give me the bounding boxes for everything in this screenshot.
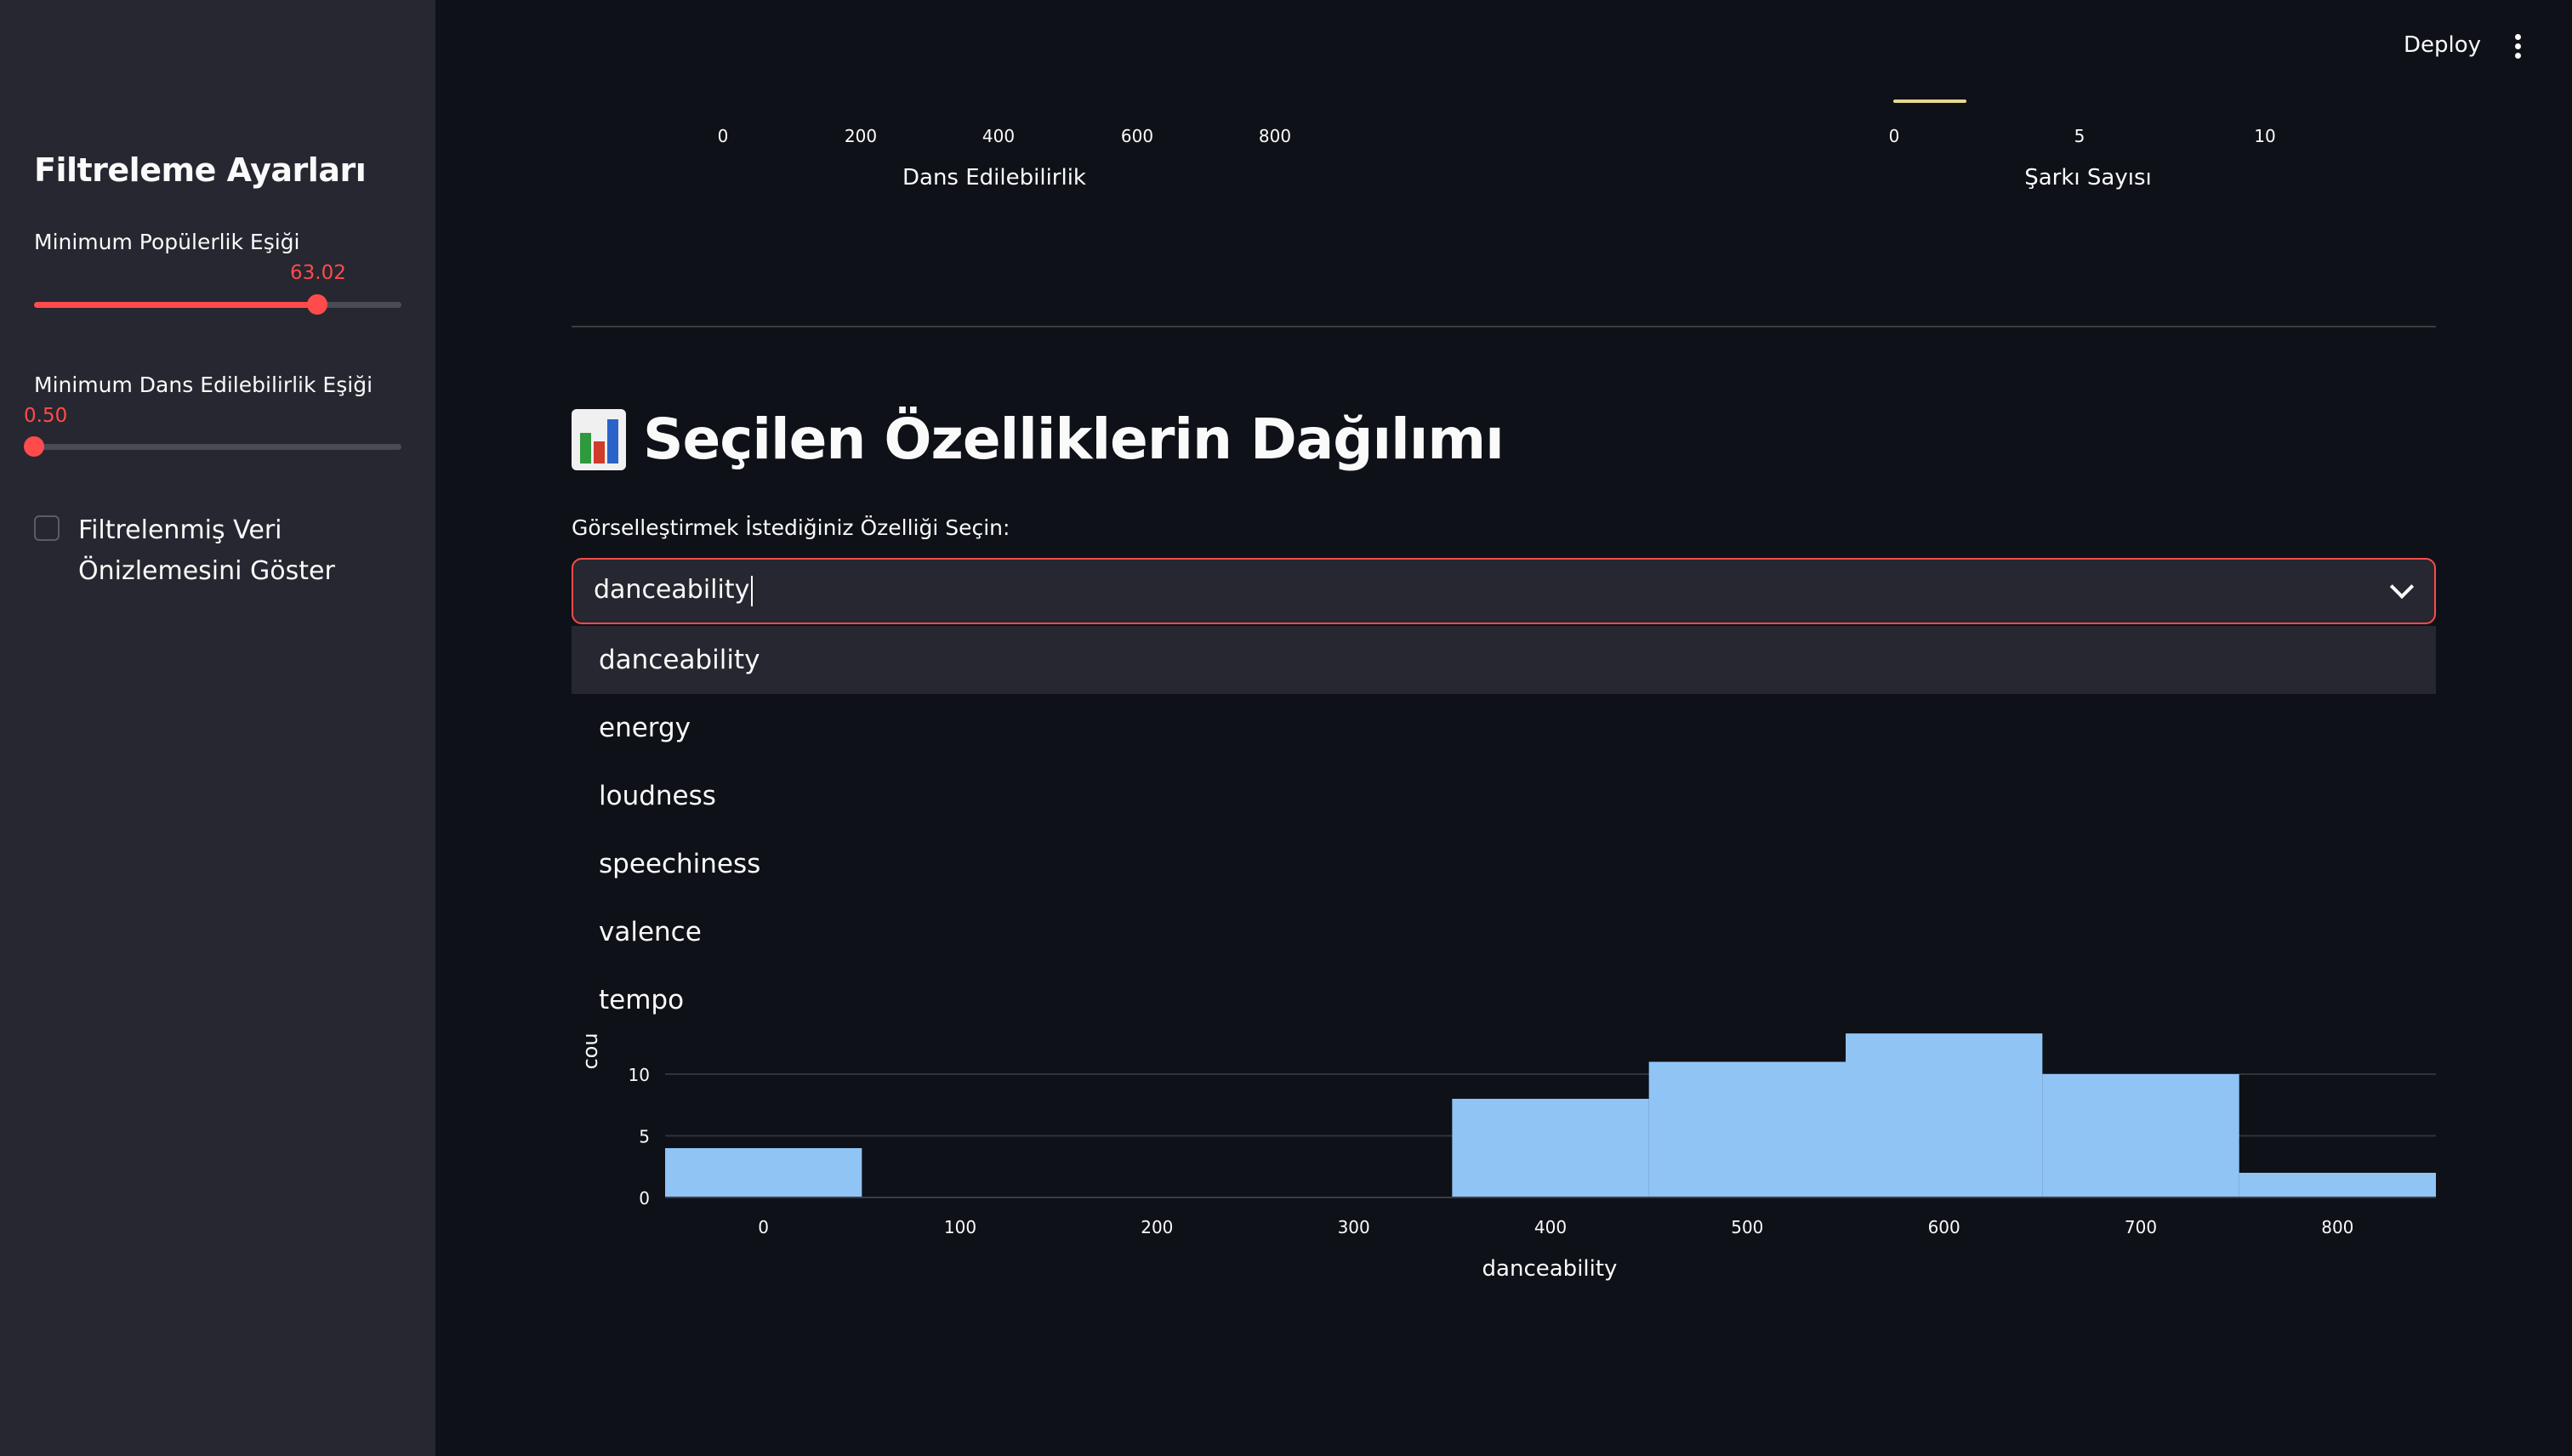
x-tick-label: 800 <box>2321 1217 2353 1237</box>
divider <box>572 326 2436 327</box>
y-tick-label: 5 <box>639 1127 650 1147</box>
sidebar-title: Filtreleme Ayarları <box>34 151 367 189</box>
feature-select-input[interactable]: danceability <box>594 575 754 606</box>
x-axis-title: danceability <box>1482 1256 1618 1282</box>
tick-label: 10 <box>2254 126 2276 146</box>
histogram-bar <box>1648 1061 1846 1197</box>
feature-select[interactable]: danceability <box>572 558 2436 624</box>
chevron-down-icon[interactable] <box>2389 574 2415 600</box>
x-tick-label: 100 <box>944 1217 976 1237</box>
preview-checkbox[interactable] <box>34 515 60 541</box>
bar-chart-icon <box>572 408 626 470</box>
feature-dropdown-menu: danceability energy loudness speechiness… <box>572 626 2436 1029</box>
y-tick-label: 0 <box>639 1188 650 1209</box>
preview-checkbox-label: Filtrelenmiş Veri Önizlemesini Göster <box>78 515 335 586</box>
section-title-text: Seçilen Özelliklerin Dağılımı <box>643 407 1505 472</box>
chart-line-segment <box>1893 100 1966 103</box>
section-title: Seçilen Özelliklerin Dağılımı <box>572 407 1505 472</box>
feature-select-value: danceability <box>594 575 750 605</box>
sidebar: Filtreleme Ayarları Minimum Popülerlik E… <box>0 0 435 1456</box>
y-tick-label: 10 <box>629 1065 650 1085</box>
x-tick-label: 0 <box>758 1217 769 1237</box>
tick-label: 0 <box>717 126 729 146</box>
y-axis-title: cou <box>578 1032 602 1069</box>
tick-label: 400 <box>982 126 1016 146</box>
dropdown-option[interactable]: valence <box>572 898 2436 966</box>
tick-label: 600 <box>1120 126 1154 146</box>
tick-label: 200 <box>844 126 878 146</box>
more-menu-icon[interactable] <box>2509 34 2526 61</box>
x-tick-label: 700 <box>2125 1217 2157 1237</box>
histogram-bar <box>1846 1033 2043 1197</box>
dropdown-option[interactable]: speechiness <box>572 830 2436 898</box>
dropdown-option[interactable]: tempo <box>572 966 2436 1034</box>
popularity-slider[interactable] <box>34 294 401 315</box>
histogram-bar <box>665 1148 862 1197</box>
danceability-slider-thumb[interactable] <box>24 436 44 457</box>
axis-title: Dans Edilebilirlik <box>902 165 1086 191</box>
dropdown-option[interactable]: loudness <box>572 762 2436 830</box>
danceability-slider-value: 0.50 <box>24 405 68 427</box>
select-label: Görselleştirmek İstediğiniz Özelliği Seç… <box>572 515 1010 540</box>
x-tick-label: 200 <box>1141 1217 1173 1237</box>
histogram-bar <box>2239 1173 2436 1197</box>
popularity-slider-value: 63.02 <box>290 262 346 284</box>
dropdown-option[interactable]: danceability <box>572 626 2436 694</box>
popularity-slider-thumb[interactable] <box>306 294 327 315</box>
popularity-slider-label: Minimum Popülerlik Eşiği <box>34 230 300 254</box>
tick-label: 0 <box>1888 126 1900 146</box>
deploy-button[interactable]: Deploy <box>2404 32 2481 58</box>
x-tick-label: 400 <box>1534 1217 1567 1237</box>
x-tick-label: 300 <box>1338 1217 1370 1237</box>
axis-title: Şarkı Sayısı <box>2024 165 2152 191</box>
popularity-slider-fill <box>34 302 317 308</box>
x-tick-label: 500 <box>1731 1217 1763 1237</box>
dropdown-option[interactable]: energy <box>572 694 2436 762</box>
danceability-slider[interactable] <box>24 436 401 457</box>
histogram-bar <box>2042 1074 2239 1197</box>
histogram-bar <box>1452 1099 1649 1197</box>
tick-label: 800 <box>1258 126 1292 146</box>
x-tick-label: 600 <box>1928 1217 1960 1237</box>
tick-label: 5 <box>2074 126 2085 146</box>
danceability-slider-label: Minimum Dans Edilebilirlik Eşiği <box>34 373 373 397</box>
text-cursor <box>751 575 754 606</box>
